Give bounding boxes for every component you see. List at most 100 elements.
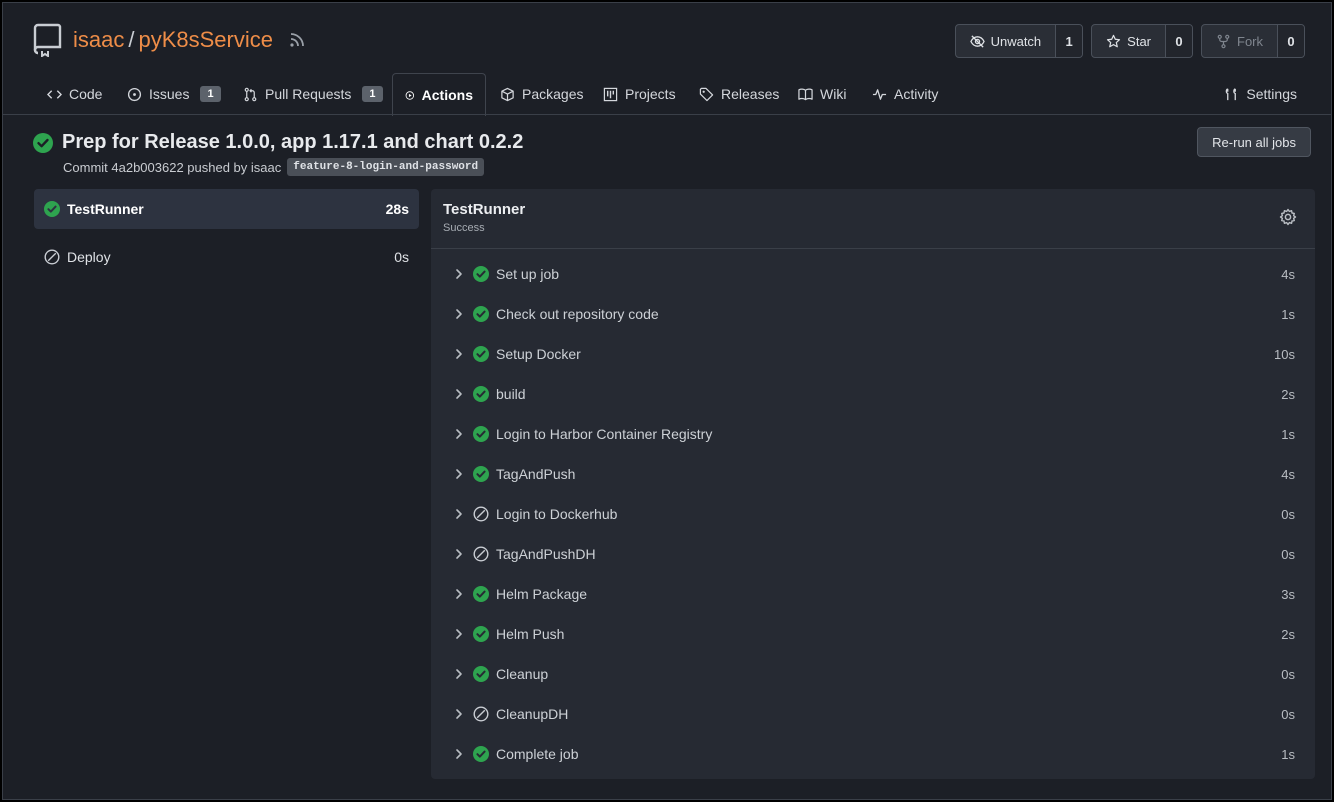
repo-tabs: Code Issues 1 Pull Requests 1 Actions Pa…	[35, 73, 1309, 116]
repo-separator: /	[128, 27, 135, 52]
step-row[interactable]: Cleanup 0s	[431, 654, 1315, 694]
code-icon	[47, 89, 62, 99]
step-name: CleanupDH	[496, 706, 569, 722]
step-row[interactable]: build 2s	[431, 374, 1315, 414]
tab-wiki-label: Wiki	[820, 86, 847, 102]
chevron-right-icon[interactable]	[453, 348, 465, 360]
step-duration: 1s	[1281, 746, 1295, 762]
tab-actions[interactable]: Actions	[392, 73, 486, 116]
rss-icon[interactable]	[289, 32, 305, 48]
success-check-icon	[473, 386, 489, 402]
step-name: TagAndPushDH	[496, 546, 596, 562]
job-item-deploy[interactable]: Deploy 0s	[34, 237, 419, 277]
chevron-right-icon[interactable]	[453, 308, 465, 320]
job-item-testrunner[interactable]: TestRunner 28s	[34, 189, 419, 229]
run-title: Prep for Release 1.0.0, app 1.17.1 and c…	[62, 131, 524, 153]
star-label: Star	[1127, 33, 1151, 49]
chevron-right-icon[interactable]	[453, 508, 465, 520]
job-detail-header: TestRunner Success	[431, 189, 1315, 249]
run-subtitle: Commit 4a2b003622 pushed by isaac featur…	[63, 158, 485, 176]
book-icon	[798, 88, 813, 100]
repo-header: isaac / pyK8sService	[33, 23, 305, 57]
rerun-all-jobs-button[interactable]: Re-run all jobs	[1197, 127, 1311, 157]
star-count[interactable]: 0	[1165, 25, 1192, 57]
watch-button-group: Unwatch 1	[954, 24, 1084, 58]
repo-icon	[33, 23, 62, 57]
tab-releases[interactable]: Releases	[687, 73, 791, 115]
fork-button-group: Fork 0	[1201, 24, 1305, 58]
chevron-right-icon[interactable]	[453, 748, 465, 760]
unwatch-button[interactable]: Unwatch	[956, 25, 1056, 57]
watch-count[interactable]: 1	[1055, 25, 1083, 57]
chevron-right-icon[interactable]	[453, 268, 465, 280]
fork-count[interactable]: 0	[1277, 25, 1304, 57]
repo-name-link[interactable]: pyK8sService	[138, 27, 273, 53]
chevron-right-icon[interactable]	[453, 468, 465, 480]
step-row[interactable]: Login to Dockerhub 0s	[431, 494, 1315, 534]
success-check-icon	[473, 346, 489, 362]
star-button-group: Star 0	[1091, 24, 1193, 58]
step-row[interactable]: TagAndPushDH 0s	[431, 534, 1315, 574]
repo-owner-link[interactable]: isaac	[73, 27, 124, 53]
play-icon	[405, 90, 415, 100]
step-row[interactable]: TagAndPush 4s	[431, 454, 1315, 494]
package-icon	[501, 87, 514, 101]
step-row[interactable]: Helm Package 3s	[431, 574, 1315, 614]
chevron-right-icon[interactable]	[453, 388, 465, 400]
tab-code[interactable]: Code	[35, 73, 114, 115]
success-check-icon	[473, 586, 489, 602]
step-name: Helm Package	[496, 586, 588, 602]
fork-button[interactable]: Fork	[1202, 25, 1277, 57]
tab-activity-label: Activity	[894, 86, 939, 102]
tools-icon	[1226, 87, 1237, 100]
fork-label: Fork	[1237, 33, 1263, 49]
step-row[interactable]: Check out repository code 1s	[431, 294, 1315, 334]
step-row[interactable]: Login to Harbor Container Registry 1s	[431, 414, 1315, 454]
pull-request-icon	[244, 87, 257, 101]
success-check-icon	[473, 306, 489, 322]
job-detail-status: Success	[443, 222, 485, 234]
chevron-right-icon[interactable]	[453, 668, 465, 680]
chevron-right-icon[interactable]	[453, 548, 465, 560]
step-row[interactable]: Setup Docker 10s	[431, 334, 1315, 374]
job-name: TestRunner	[67, 201, 144, 217]
tab-actions-label: Actions	[421, 87, 473, 103]
step-row[interactable]: Complete job 1s	[431, 734, 1315, 774]
repo-action-buttons: Unwatch 1 Star 0 Fork 0	[954, 24, 1305, 58]
chevron-right-icon[interactable]	[453, 428, 465, 440]
tab-issues-label: Issues	[149, 86, 190, 102]
tab-activity[interactable]: Activity	[860, 73, 950, 115]
star-button[interactable]: Star	[1092, 25, 1165, 57]
chevron-right-icon[interactable]	[453, 628, 465, 640]
success-check-icon	[473, 626, 489, 642]
tab-packages[interactable]: Packages	[488, 73, 595, 115]
success-check-icon	[44, 201, 60, 217]
step-row[interactable]: CleanupDH 0s	[431, 694, 1315, 734]
success-check-icon	[473, 426, 489, 442]
step-name: TagAndPush	[496, 466, 576, 482]
step-name: Setup Docker	[496, 346, 581, 362]
job-detail-panel: TestRunner Success Set up job 4s Check out…	[431, 189, 1315, 779]
tab-settings[interactable]: Settings	[1212, 73, 1309, 115]
tab-wiki[interactable]: Wiki	[786, 73, 858, 115]
step-duration: 0s	[1281, 546, 1295, 562]
step-name: Complete job	[496, 746, 579, 762]
tab-issues[interactable]: Issues 1	[115, 73, 233, 115]
gear-icon[interactable]	[1279, 208, 1297, 226]
step-duration: 10s	[1274, 346, 1295, 362]
chevron-right-icon[interactable]	[453, 708, 465, 720]
job-name: Deploy	[67, 249, 111, 265]
step-name: Login to Dockerhub	[496, 506, 618, 522]
tab-pull-requests-label: Pull Requests	[265, 86, 352, 102]
tab-releases-label: Releases	[721, 86, 780, 102]
step-row[interactable]: Set up job 4s	[431, 254, 1315, 294]
tab-divider	[3, 114, 1331, 115]
chevron-right-icon[interactable]	[453, 588, 465, 600]
branch-badge[interactable]: feature-8-login-and-password	[287, 158, 485, 176]
tab-code-label: Code	[69, 86, 103, 102]
step-row[interactable]: Helm Push 2s	[431, 614, 1315, 654]
tab-pull-requests[interactable]: Pull Requests 1	[231, 73, 395, 115]
tab-projects[interactable]: Projects	[591, 73, 688, 115]
job-detail-title: TestRunner	[443, 201, 526, 218]
tab-projects-label: Projects	[625, 86, 676, 102]
